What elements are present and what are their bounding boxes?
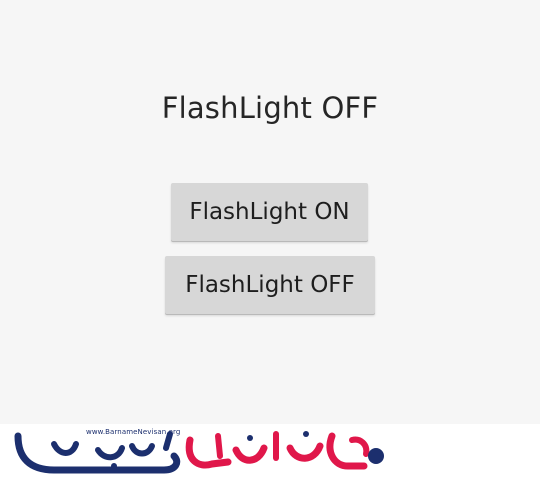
site-logo: www.BarnameNevisan.org: [14, 426, 388, 474]
app-screen: FlashLight OFF FlashLight ON FlashLight …: [0, 0, 540, 424]
site-logo-graphic: [14, 431, 384, 474]
site-logo-url: www.BarnameNevisan.org: [86, 428, 181, 436]
flashlight-status-text: FlashLight OFF: [161, 91, 379, 125]
watermark-footer: www.BarnameNevisan.org: [0, 424, 540, 476]
flashlight-on-button[interactable]: FlashLight ON: [171, 183, 368, 241]
flashlight-off-button[interactable]: FlashLight OFF: [165, 256, 375, 314]
